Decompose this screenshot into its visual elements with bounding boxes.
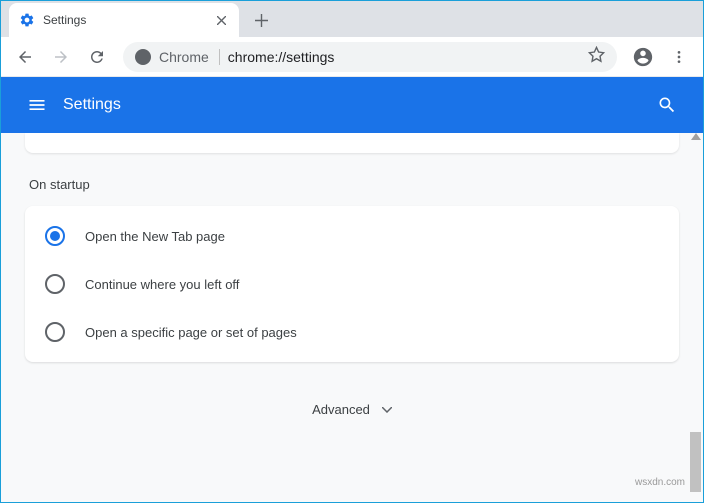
advanced-label: Advanced: [312, 402, 370, 417]
radio-icon: [45, 274, 65, 294]
menu-button[interactable]: [663, 41, 695, 73]
startup-options-card: Open the New Tab page Continue where you…: [25, 206, 679, 362]
tab-title: Settings: [43, 13, 205, 27]
back-button[interactable]: [9, 41, 41, 73]
section-title: On startup: [29, 177, 679, 192]
search-button[interactable]: [647, 85, 687, 125]
radio-label: Open the New Tab page: [85, 229, 225, 244]
browser-tab[interactable]: Settings: [9, 3, 239, 37]
tab-strip: Settings: [1, 1, 703, 37]
advanced-toggle[interactable]: Advanced: [25, 402, 679, 417]
radio-label: Continue where you left off: [85, 277, 239, 292]
page-title: Settings: [63, 96, 647, 114]
scrollbar-thumb[interactable]: [690, 432, 701, 492]
omnibox-origin: Chrome: [159, 49, 220, 65]
chevron-down-icon: [382, 407, 392, 413]
radio-label: Open a specific page or set of pages: [85, 325, 297, 340]
new-tab-button[interactable]: [247, 6, 275, 34]
profile-button[interactable]: [627, 41, 659, 73]
startup-option-continue[interactable]: Continue where you left off: [25, 260, 679, 308]
settings-content: On startup Open the New Tab page Continu…: [1, 133, 703, 502]
settings-header: Settings: [1, 77, 703, 133]
radio-icon: [45, 322, 65, 342]
startup-option-new-tab[interactable]: Open the New Tab page: [25, 212, 679, 260]
previous-card-edge: [25, 133, 679, 153]
hamburger-menu-button[interactable]: [17, 85, 57, 125]
gear-icon: [19, 12, 35, 28]
startup-option-specific[interactable]: Open a specific page or set of pages: [25, 308, 679, 356]
tab-close-button[interactable]: [213, 12, 229, 28]
forward-button[interactable]: [45, 41, 77, 73]
omnibox-url: chrome://settings: [228, 49, 580, 65]
watermark: wsxdn.com: [635, 477, 685, 488]
chrome-icon: [135, 49, 151, 65]
bookmark-star-icon[interactable]: [588, 46, 605, 68]
address-bar[interactable]: Chrome chrome://settings: [123, 42, 617, 72]
browser-toolbar: Chrome chrome://settings: [1, 37, 703, 77]
reload-button[interactable]: [81, 41, 113, 73]
radio-icon: [45, 226, 65, 246]
scroll-up-arrow[interactable]: [691, 133, 701, 140]
